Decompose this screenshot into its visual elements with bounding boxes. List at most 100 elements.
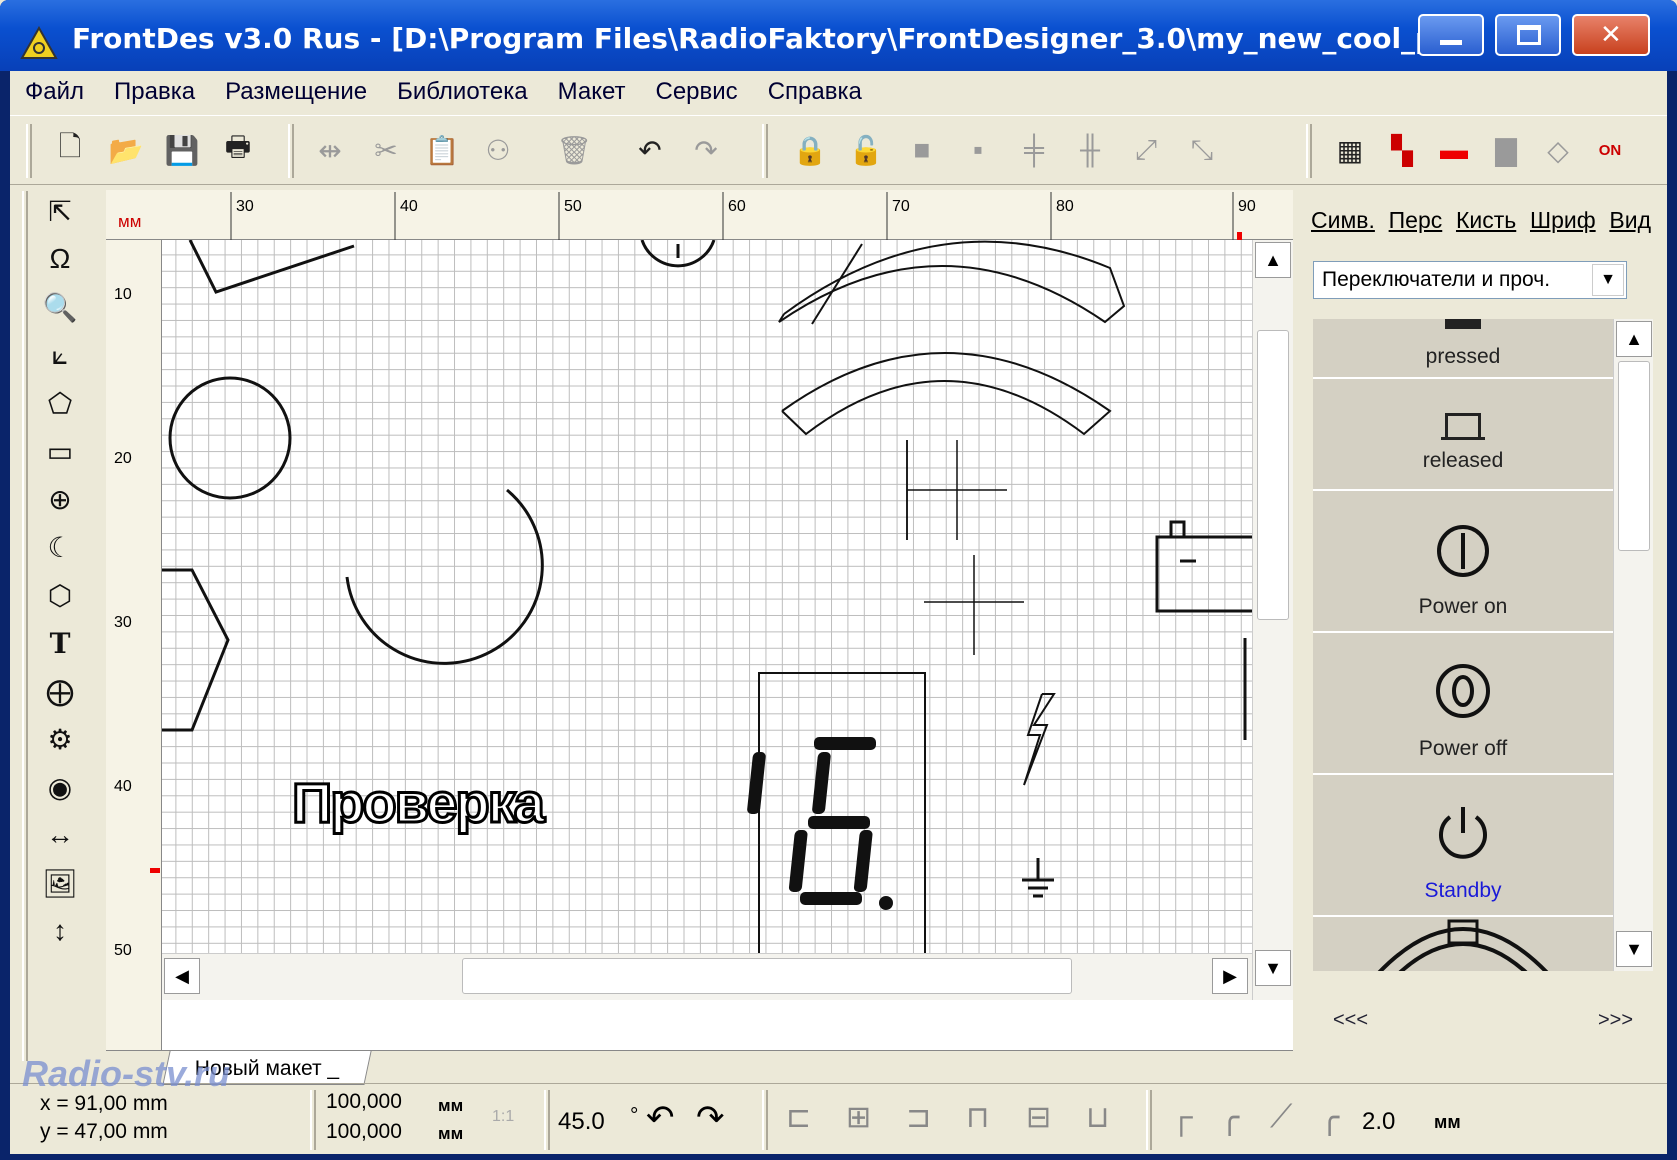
shrink-icon[interactable]: ⤡ — [1182, 130, 1222, 170]
scale-tool-icon[interactable]: ⚙ — [40, 719, 80, 759]
menu-library[interactable]: Библиотека — [382, 78, 543, 106]
align-horizontal-icon[interactable]: ╫ — [1070, 130, 1110, 170]
scroll-up-button[interactable]: ▲ — [1255, 242, 1291, 278]
save-icon[interactable]: 💾 — [162, 130, 202, 170]
close-button[interactable]: ✕ — [1572, 14, 1650, 56]
cut-icon[interactable]: ✂ — [366, 130, 406, 170]
component-tool-icon[interactable]: ◉ — [40, 767, 80, 807]
rotation-angle-input[interactable]: 45.0 — [558, 1108, 605, 1136]
corner-custom-icon[interactable]: ╭ — [1320, 1098, 1339, 1136]
bring-front-icon[interactable]: ■ — [902, 130, 942, 170]
menu-file[interactable]: Файл — [10, 78, 99, 106]
tab-symbols[interactable]: Симв. — [1311, 207, 1375, 234]
title-bar[interactable]: FrontDes v3.0 Rus - [D:\Program Files\Ra… — [0, 0, 1677, 71]
send-back-icon[interactable]: ▪ — [958, 130, 998, 170]
text-tool-icon[interactable]: T — [40, 623, 80, 663]
rectangle-tool-icon[interactable]: ▭ — [40, 431, 80, 471]
corner-radius-input[interactable]: 2.0 — [1362, 1108, 1395, 1136]
tab-view[interactable]: Вид — [1609, 207, 1651, 234]
dimension-tool-icon[interactable]: ↔ — [40, 815, 80, 855]
toolbar-grip[interactable] — [26, 124, 32, 178]
scale-x-value[interactable]: 100,000 — [326, 1090, 402, 1114]
list-item[interactable]: pressed — [1313, 319, 1613, 379]
list-item[interactable]: Power off — [1313, 635, 1613, 775]
scale-y-value[interactable]: 100,000 — [326, 1120, 402, 1144]
minimize-button[interactable] — [1418, 14, 1484, 56]
prev-page-button[interactable]: <<< — [1333, 1009, 1368, 1032]
toolbar-grip[interactable] — [1306, 124, 1312, 178]
canvas-vertical-scrollbar[interactable]: ▲ ▼ — [1252, 240, 1293, 1000]
scroll-thumb[interactable] — [1618, 361, 1650, 551]
scroll-up-button[interactable]: ▲ — [1616, 321, 1652, 357]
chevron-down-icon[interactable]: ▼ — [1592, 264, 1624, 296]
polygon-tool-icon[interactable]: ⬠ — [40, 383, 80, 423]
list-item[interactable] — [1313, 919, 1613, 971]
new-file-icon[interactable]: 🗋 — [50, 130, 90, 170]
menu-layout[interactable]: Макет — [543, 78, 641, 106]
panel-icon[interactable]: ▇ — [1486, 130, 1526, 170]
symbol-list-scrollbar[interactable]: ▲ ▼ — [1613, 319, 1653, 971]
tab-font[interactable]: Шриф — [1530, 207, 1596, 234]
open-folder-icon[interactable]: 📂 — [106, 130, 146, 170]
ruler-toggle-icon[interactable]: ▬ — [1434, 130, 1474, 170]
vertical-dimension-tool-icon[interactable]: ↕ — [40, 911, 80, 951]
align-vertical-icon[interactable]: ╪ — [1014, 130, 1054, 170]
corner-round-icon[interactable]: ╭ — [1220, 1098, 1239, 1136]
list-item[interactable]: Power on — [1313, 493, 1613, 633]
align-right-icon[interactable]: ⊐ — [906, 1100, 931, 1135]
scroll-down-button[interactable]: ▼ — [1616, 931, 1652, 967]
pointer-tool-icon[interactable]: ⇱ — [40, 191, 80, 231]
list-item[interactable]: Standby — [1313, 777, 1613, 917]
hexagon-tool-icon[interactable]: ⬡ — [40, 575, 80, 615]
redo-icon[interactable]: ↷ — [686, 130, 726, 170]
tab-personal[interactable]: Перс — [1389, 207, 1443, 234]
crosshair-tool-icon[interactable]: ⨁ — [40, 671, 80, 711]
delete-icon[interactable]: 🗑 — [554, 130, 594, 170]
scroll-thumb[interactable] — [1257, 330, 1289, 620]
lock-icon[interactable]: 🔒 — [790, 130, 830, 170]
scroll-thumb[interactable] — [462, 958, 1072, 994]
undo-icon[interactable]: ↶ — [630, 130, 670, 170]
align-left-icon[interactable]: ⊏ — [786, 1100, 811, 1135]
paste-icon[interactable]: 📋 — [422, 130, 462, 170]
corner-square-icon[interactable]: ┌ — [1170, 1098, 1193, 1135]
expand-icon[interactable]: ⤢ — [1126, 130, 1166, 170]
toolbar-grip[interactable] — [762, 124, 768, 178]
scroll-right-button[interactable]: ▶ — [1212, 958, 1248, 994]
menu-help[interactable]: Справка — [753, 78, 877, 106]
next-page-button[interactable]: >>> — [1598, 1009, 1633, 1032]
rotate-right-icon[interactable]: ↷ — [696, 1098, 725, 1138]
menu-service[interactable]: Сервис — [641, 78, 753, 106]
scroll-left-button[interactable]: ◀ — [164, 958, 200, 994]
align-middle-icon[interactable]: ⊟ — [1026, 1100, 1051, 1135]
menu-edit[interactable]: Правка — [99, 78, 210, 106]
on-switch-icon[interactable]: ON — [1590, 130, 1630, 170]
maximize-button[interactable] — [1495, 14, 1561, 56]
print-icon[interactable]: 🖶 — [218, 130, 258, 170]
sector-tool-icon[interactable]: ☾ — [40, 527, 80, 567]
grid-icon[interactable]: ▦ — [1330, 130, 1370, 170]
list-item[interactable]: released — [1313, 381, 1613, 491]
polyline-tool-icon[interactable]: ⟀ — [40, 335, 80, 375]
ratio-button[interactable]: 1:1 — [492, 1108, 514, 1126]
align-bottom-icon[interactable]: ⊔ — [1086, 1100, 1109, 1135]
status-grip[interactable] — [762, 1090, 768, 1150]
toolbar-grip[interactable] — [288, 124, 294, 178]
status-grip[interactable] — [1146, 1090, 1152, 1150]
image-tool-icon[interactable]: 🖼 — [40, 863, 80, 903]
menu-placement[interactable]: Размещение — [210, 78, 382, 106]
rotate-left-icon[interactable]: ↶ — [646, 1098, 675, 1138]
duplicate-icon[interactable]: ⚇ — [478, 130, 518, 170]
cut-shape-icon[interactable]: ⇹ — [310, 130, 350, 170]
canvas-horizontal-scrollbar[interactable]: ◀ ▶ — [162, 953, 1252, 1000]
unlock-icon[interactable]: 🔓 — [846, 130, 886, 170]
canvas-text-object[interactable]: Проверка — [291, 770, 547, 836]
drawing-grid[interactable]: Проверка — [162, 240, 1252, 953]
category-select[interactable]: Переключатели и проч. ▼ — [1313, 261, 1627, 299]
palette-grip[interactable] — [22, 191, 28, 1061]
color-icon[interactable]: ▚ — [1382, 130, 1422, 170]
status-grip[interactable] — [310, 1090, 316, 1150]
corner-bevel-icon[interactable]: ⟋ — [1270, 1098, 1292, 1136]
shapes-icon[interactable]: ◇ — [1538, 130, 1578, 170]
arc-tool-icon[interactable]: Ω — [40, 239, 80, 279]
